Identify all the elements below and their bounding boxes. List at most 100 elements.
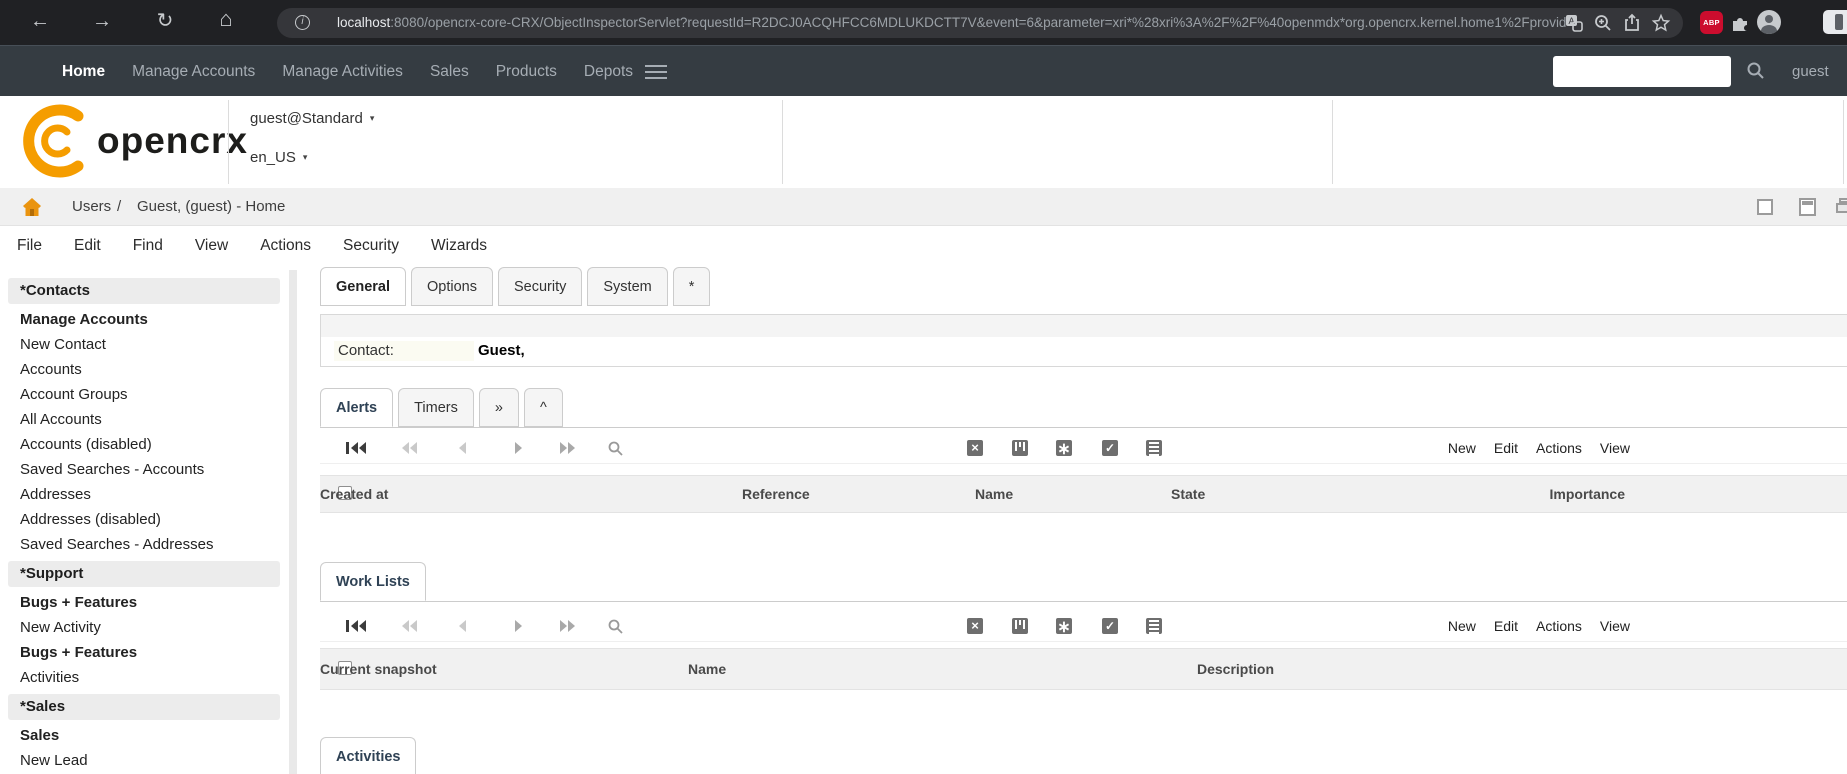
sidebar-item[interactable]: Bugs + Features	[0, 640, 288, 665]
opencrx-logo-text: opencrx	[97, 120, 248, 162]
column-filter-icon[interactable]	[1012, 440, 1028, 456]
grid-action-link[interactable]: Edit	[1494, 618, 1518, 634]
grid-search-icon[interactable]	[607, 440, 624, 457]
sidebar-item[interactable]: New Contact	[0, 332, 288, 357]
opencrx-logo-icon	[12, 98, 98, 184]
browser-reload-icon[interactable]: ↻	[152, 9, 178, 33]
worklists-table-header: Name Description Current snapshot	[320, 648, 1847, 690]
sidebar-item[interactable]: New Activity	[0, 615, 288, 640]
contact-field-value[interactable]: Guest,	[478, 341, 525, 361]
breadcrumb-root[interactable]: Users	[72, 188, 111, 226]
locale-dropdown-label: en_US	[250, 149, 296, 166]
sidebar-item[interactable]: Addresses	[0, 482, 288, 507]
menu-item[interactable]: Actions	[260, 237, 311, 255]
home-icon[interactable]	[21, 196, 43, 218]
breadcrumb-separator: /	[117, 188, 121, 226]
contact-field-label: Contact:	[334, 341, 474, 361]
column-filter-icon[interactable]	[1012, 618, 1028, 634]
page-size-icon[interactable]	[1146, 440, 1162, 456]
grid-action-link[interactable]: New	[1448, 440, 1476, 456]
sidebar-item[interactable]: Addresses (disabled)	[0, 507, 288, 532]
grid-tab[interactable]: ^	[524, 388, 563, 427]
sidebar-item[interactable]: Sales	[0, 723, 288, 748]
grid-tab[interactable]: Timers	[398, 388, 474, 427]
worklists-tab-strip: Work Lists	[320, 562, 1847, 602]
breadcrumb-current[interactable]: Guest, (guest) - Home	[137, 188, 285, 226]
sidebar-item[interactable]: Manage Accounts	[0, 307, 288, 332]
sidebar-item[interactable]: New Lead	[0, 748, 288, 773]
sidebar-item[interactable]: Activities	[0, 665, 288, 690]
next-page-icon[interactable]	[507, 618, 529, 634]
grid-action-link[interactable]: Actions	[1536, 618, 1582, 634]
sidebar-item[interactable]: Accounts (disabled)	[0, 432, 288, 457]
menu-item[interactable]: Find	[133, 237, 163, 255]
grid-tab[interactable]: »	[479, 388, 519, 427]
sidebar-item[interactable]: All Accounts	[0, 407, 288, 432]
fast-next-icon[interactable]	[557, 440, 579, 456]
fast-prev-icon[interactable]	[399, 618, 421, 634]
column-header[interactable]: Name	[975, 476, 1013, 512]
clear-filter-icon[interactable]: ×	[967, 440, 983, 456]
column-header[interactable]: Description	[1197, 649, 1274, 689]
grid-action-link[interactable]: View	[1600, 618, 1630, 634]
locale-dropdown[interactable]: en_US ▾	[250, 149, 307, 166]
object-tab-strip: GeneralOptionsSecuritySystem*	[320, 267, 710, 306]
select-all-icon[interactable]: ✓	[1102, 618, 1118, 634]
alerts-actions: New Edit Actions View	[1448, 432, 1630, 464]
menu-item[interactable]: Edit	[74, 237, 101, 255]
activities-tab-strip: Activities	[320, 737, 1847, 774]
column-header[interactable]: Importance	[1550, 476, 1625, 512]
first-page-icon[interactable]	[345, 440, 367, 456]
sidebar-item[interactable]: Saved Searches - Accounts	[0, 457, 288, 482]
grid-search-icon[interactable]	[607, 618, 624, 635]
grid-action-link[interactable]: Edit	[1494, 440, 1518, 456]
nav-item[interactable]: Manage Accounts	[132, 63, 255, 81]
column-header[interactable]: Name	[688, 649, 726, 689]
grid-tab[interactable]: Activities	[320, 737, 416, 774]
nav-item[interactable]: Home	[62, 63, 105, 81]
object-tab[interactable]: General	[320, 267, 406, 306]
sidebar-item[interactable]: *Sales	[8, 694, 280, 720]
site-info-icon[interactable]: i	[295, 15, 310, 30]
sidebar-item[interactable]: *Contacts	[8, 278, 280, 304]
menu-item[interactable]: File	[17, 237, 42, 255]
sidebar-scrollbar[interactable]	[289, 270, 297, 774]
browser-forward-icon[interactable]: →	[89, 9, 115, 33]
browser-home-icon[interactable]: ⌂	[213, 7, 239, 31]
next-page-icon[interactable]	[507, 440, 529, 456]
fast-prev-icon[interactable]	[399, 440, 421, 456]
column-header[interactable]: Current snapshot	[320, 649, 437, 689]
browser-back-icon[interactable]: ←	[27, 9, 53, 33]
object-tab[interactable]: Security	[498, 267, 582, 306]
grid-tab[interactable]: Work Lists	[320, 562, 426, 601]
sidebar-item[interactable]: *Support	[8, 561, 280, 587]
page-size-icon[interactable]	[1146, 618, 1162, 634]
column-header[interactable]: State	[1171, 476, 1205, 512]
column-header[interactable]: Created at	[320, 476, 388, 512]
grid-action-link[interactable]: Actions	[1536, 440, 1582, 456]
column-header[interactable]: Reference	[742, 476, 810, 512]
grid-tab[interactable]: Alerts	[320, 388, 393, 427]
first-page-icon[interactable]	[345, 618, 367, 634]
grid-action-link[interactable]: View	[1600, 440, 1630, 456]
grid-action-link[interactable]: New	[1448, 618, 1476, 634]
sidebar-item[interactable]: Saved Searches - Addresses	[0, 532, 288, 557]
alerts-table-header: Reference Name State Importance Created at	[320, 475, 1847, 513]
sidebar-item[interactable]: Account Groups	[0, 382, 288, 407]
alerts-toolbar: × ∗ ✓ New Edit Actions View	[320, 432, 1847, 464]
chevron-down-icon: ▾	[303, 152, 308, 162]
menu-item[interactable]: View	[195, 237, 228, 255]
sidebar-item[interactable]: Bugs + Features	[0, 590, 288, 615]
prev-page-icon[interactable]	[453, 618, 475, 634]
sidebar-item[interactable]: Accounts	[0, 357, 288, 382]
object-tab[interactable]: System	[587, 267, 667, 306]
default-filter-icon[interactable]: ∗	[1056, 440, 1072, 456]
prev-page-icon[interactable]	[453, 440, 475, 456]
fast-next-icon[interactable]	[557, 618, 579, 634]
default-filter-icon[interactable]: ∗	[1056, 618, 1072, 634]
object-tab[interactable]: *	[673, 267, 711, 306]
object-tab[interactable]: Options	[411, 267, 493, 306]
panel-header-strip	[321, 315, 1847, 337]
select-all-icon[interactable]: ✓	[1102, 440, 1118, 456]
clear-filter-icon[interactable]: ×	[967, 618, 983, 634]
